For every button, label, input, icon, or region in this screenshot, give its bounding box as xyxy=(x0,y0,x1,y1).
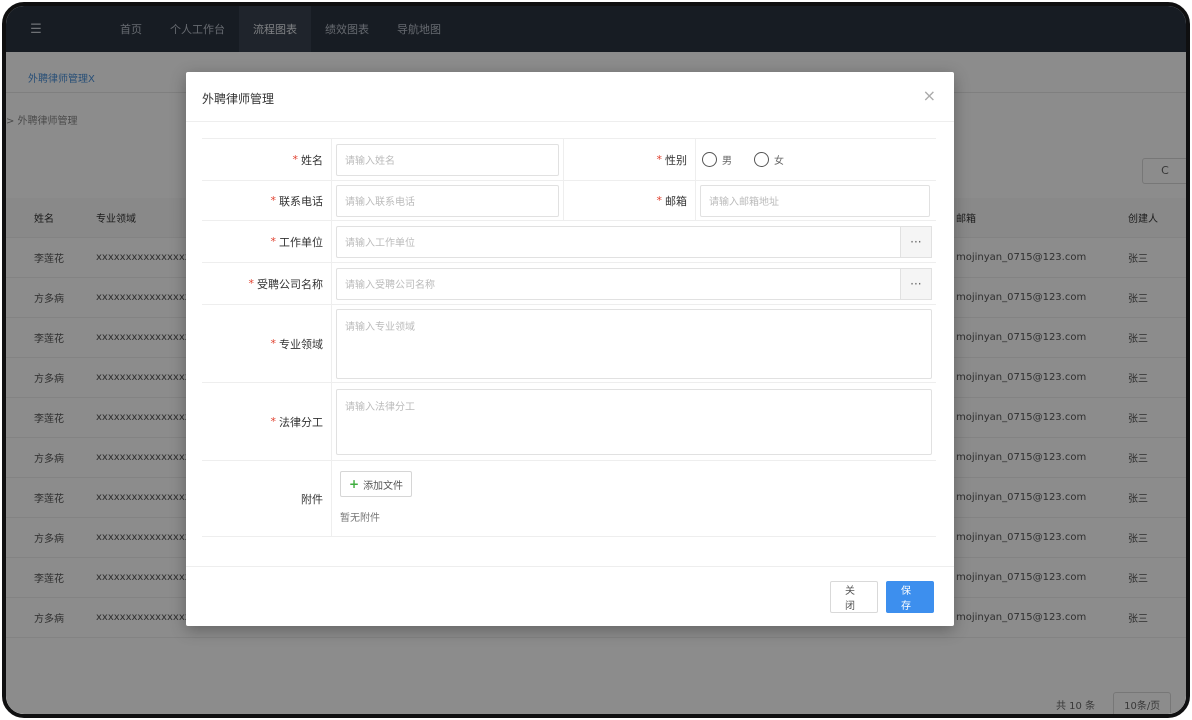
attachment-label-text: 附件 xyxy=(301,492,323,506)
gender-female-radio[interactable]: 女 xyxy=(754,152,784,167)
company-input[interactable]: 请输入受聘公司名称 xyxy=(336,267,900,300)
company-label: * 受聘公司名称 xyxy=(202,263,332,304)
attachment-cell: + 添加文件 暂无附件 xyxy=(332,461,416,536)
radio-circle-icon xyxy=(702,152,717,167)
more-icon[interactable]: ··· xyxy=(899,267,932,300)
required-mark: * xyxy=(656,153,663,166)
company-label-text: 受聘公司名称 xyxy=(257,277,323,291)
required-mark: * xyxy=(270,194,277,207)
gender-label: * 性别 xyxy=(564,139,696,180)
no-attachment-text: 暂无附件 xyxy=(340,513,380,524)
name-label-text: 姓名 xyxy=(301,153,323,167)
name-cell: 请输入姓名 xyxy=(332,139,564,180)
add-file-button[interactable]: + 添加文件 xyxy=(340,471,413,497)
expertise-label: * 专业领域 xyxy=(202,305,332,382)
name-input[interactable]: 请输入姓名 xyxy=(336,143,559,176)
save-button[interactable]: 保存 xyxy=(886,581,934,613)
row-division: * 法律分工 请输入法律分工 xyxy=(202,383,936,461)
phone-cell: 请输入联系电话 xyxy=(332,181,564,220)
gender-male-text: 男 xyxy=(722,156,732,167)
lawyer-form: * 姓名 请输入姓名 * 性别 男 女 * 联系电话 请输入联系电话 * 邮箱 … xyxy=(202,138,936,537)
phone-label-text: 联系电话 xyxy=(279,194,323,208)
dialog-title: 外聘律师管理 xyxy=(202,92,275,106)
email-input[interactable]: 请输入邮箱地址 xyxy=(700,184,930,217)
email-cell: 请输入邮箱地址 xyxy=(696,181,934,220)
screen-frame: ☰ 首页 个人工作台 流程图表 绩效图表 导航地图 外聘律师管理X > 外聘律师… xyxy=(2,2,1190,718)
expertise-label-text: 专业领域 xyxy=(279,337,323,351)
required-mark: * xyxy=(292,153,299,166)
gender-label-text: 性别 xyxy=(665,153,687,167)
plus-icon: + xyxy=(349,477,360,491)
row-phone-email: * 联系电话 请输入联系电话 * 邮箱 请输入邮箱地址 xyxy=(202,181,936,221)
required-mark: * xyxy=(248,277,255,290)
close-icon[interactable]: × xyxy=(923,86,936,105)
dialog-footer: 关闭 保存 xyxy=(186,566,954,626)
phone-input[interactable]: 请输入联系电话 xyxy=(336,184,559,217)
email-label-text: 邮箱 xyxy=(665,194,687,208)
division-cell: 请输入法律分工 xyxy=(332,383,936,460)
close-button[interactable]: 关闭 xyxy=(830,581,878,613)
expertise-cell: 请输入专业领域 xyxy=(332,305,936,382)
company-input-group: 请输入受聘公司名称 ··· xyxy=(336,267,932,300)
division-textarea[interactable]: 请输入法律分工 xyxy=(336,388,932,455)
required-mark: * xyxy=(270,337,277,350)
phone-label: * 联系电话 xyxy=(202,181,332,220)
division-label-text: 法律分工 xyxy=(279,415,323,429)
attachment-label: 附件 xyxy=(202,461,332,536)
dialog-header: 外聘律师管理 × xyxy=(186,72,954,122)
company-cell: 请输入受聘公司名称 ··· xyxy=(332,263,936,304)
required-mark: * xyxy=(270,415,277,428)
row-workplace: * 工作单位 请输入工作单位 ··· xyxy=(202,221,936,263)
add-file-text: 添加文件 xyxy=(363,480,404,492)
name-label: * 姓名 xyxy=(202,139,332,180)
workplace-input[interactable]: 请输入工作单位 xyxy=(336,225,900,258)
radio-circle-icon xyxy=(754,152,769,167)
row-name-gender: * 姓名 请输入姓名 * 性别 男 女 xyxy=(202,139,936,181)
gender-male-radio[interactable]: 男 xyxy=(702,152,732,167)
more-icon[interactable]: ··· xyxy=(899,225,932,258)
division-label: * 法律分工 xyxy=(202,383,332,460)
required-mark: * xyxy=(270,235,277,248)
row-company: * 受聘公司名称 请输入受聘公司名称 ··· xyxy=(202,263,936,305)
workplace-label-text: 工作单位 xyxy=(279,235,323,249)
workplace-label: * 工作单位 xyxy=(202,221,332,262)
expertise-textarea[interactable]: 请输入专业领域 xyxy=(336,308,932,379)
workplace-cell: 请输入工作单位 ··· xyxy=(332,221,936,262)
workplace-input-group: 请输入工作单位 ··· xyxy=(336,225,932,258)
row-expertise: * 专业领域 请输入专业领域 xyxy=(202,305,936,383)
lawyer-edit-dialog: 外聘律师管理 × * 姓名 请输入姓名 * 性别 男 女 * 联系电话 请输入联… xyxy=(186,72,954,626)
gender-cell: 男 女 xyxy=(696,139,810,180)
email-label: * 邮箱 xyxy=(564,181,696,220)
gender-female-text: 女 xyxy=(774,156,784,167)
required-mark: * xyxy=(656,194,663,207)
row-attachment: 附件 + 添加文件 暂无附件 xyxy=(202,461,936,537)
